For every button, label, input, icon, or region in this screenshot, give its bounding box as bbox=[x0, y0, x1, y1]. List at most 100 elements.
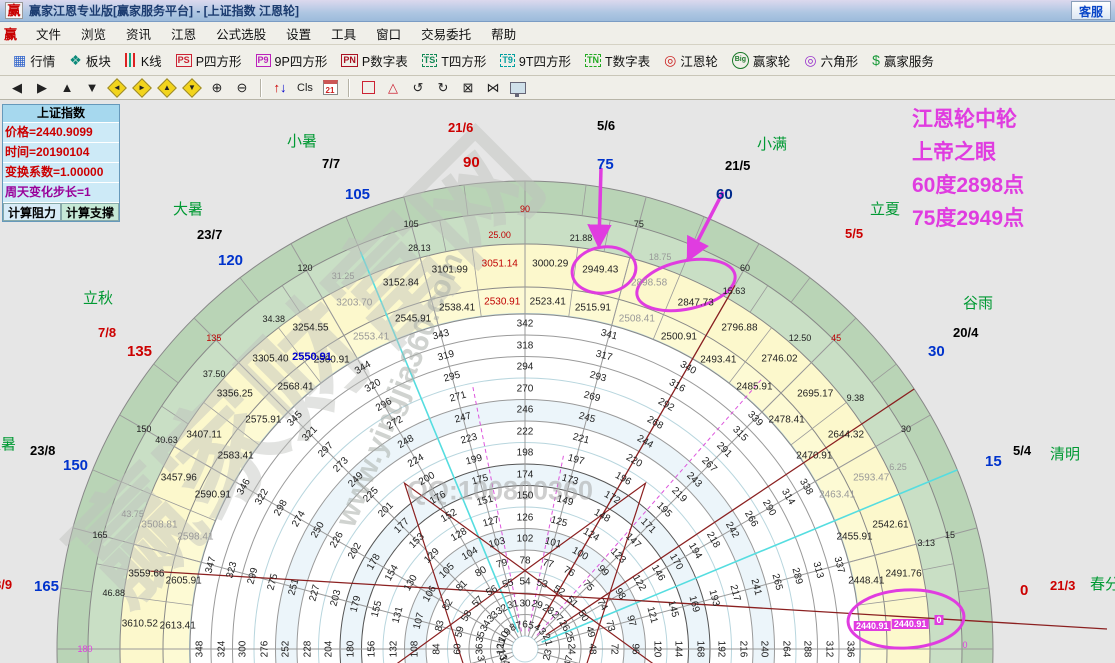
menu-logo-icon: 赢 bbox=[4, 24, 17, 43]
ps-badge-icon: PS bbox=[176, 54, 192, 67]
calc-resistance-button[interactable]: 计算阻力 bbox=[3, 203, 61, 221]
window-title: 赢家江恩专业版[赢家服务平台] - [上证指数 江恩轮] bbox=[29, 2, 299, 19]
toolbar-button-P四方形[interactable]: PS P四方形 bbox=[169, 49, 249, 72]
instrument-panel: 上证指数 价格=2440.9099时间=20190104变换系数=1.00000… bbox=[2, 104, 120, 222]
rotate-cw-button[interactable]: ↻ bbox=[432, 78, 454, 98]
gann-wheel-icon: ◎ bbox=[664, 53, 676, 67]
toolbar-button-P数字表[interactable]: PN P数字表 bbox=[334, 49, 414, 72]
menu-item-2[interactable]: 浏览 bbox=[72, 21, 115, 46]
toolbar-label: 六角形 bbox=[821, 51, 859, 70]
toolbar-button-板块[interactable]: ❖ 板块 bbox=[62, 49, 118, 72]
toolbar-button-9T四方形[interactable]: T9 9T四方形 bbox=[493, 49, 578, 72]
diamond-up-icon: ▲ bbox=[157, 78, 177, 98]
toolbar-label: P数字表 bbox=[362, 51, 408, 70]
winner-wheel-icon: Big bbox=[732, 52, 749, 69]
gann-wheel-chart: 赢家财富网www.yingjia360.comQQ:10080036023123… bbox=[0, 100, 1115, 663]
toolbar-button-T四方形[interactable]: TST四方形 bbox=[415, 49, 494, 72]
menu-item-8[interactable]: 窗口 bbox=[367, 21, 410, 46]
blocks-icon: ❖ bbox=[69, 53, 82, 67]
toolbar-label: 江恩轮 bbox=[680, 51, 718, 70]
toolbar-button-赢家轮[interactable]: Big赢家轮 bbox=[725, 49, 798, 72]
back-button[interactable]: ◀ bbox=[6, 78, 28, 98]
t9-badge-icon: T9 bbox=[500, 54, 515, 67]
rotate-ccw-button[interactable]: ↺ bbox=[407, 78, 429, 98]
zoom-out-button[interactable]: ⊖ bbox=[231, 78, 253, 98]
calendar-icon: 21 bbox=[323, 80, 338, 95]
toolbar-label: K线 bbox=[141, 51, 162, 70]
ts-badge-icon: TS bbox=[422, 54, 438, 67]
up-button[interactable]: ▲ bbox=[56, 78, 78, 98]
forward-button[interactable]: ▶ bbox=[31, 78, 53, 98]
diamond-right-button[interactable]: ► bbox=[131, 78, 153, 98]
toolbar-button-K线[interactable]: K线 bbox=[118, 49, 169, 72]
toolbar-label: 9P四方形 bbox=[275, 51, 328, 70]
menu-item-7[interactable]: 工具 bbox=[322, 21, 365, 46]
screen-button[interactable] bbox=[507, 78, 529, 98]
panel-row-3: 变换系数=1.00000 bbox=[3, 163, 119, 183]
toolbar-label: T数字表 bbox=[605, 51, 650, 70]
note-line-4: 75度2949点 bbox=[912, 202, 1024, 235]
diamond-right-icon: ► bbox=[132, 78, 152, 98]
toolbar-separator bbox=[260, 79, 262, 97]
panel-row-1: 价格=2440.9099 bbox=[3, 123, 119, 143]
diamond-up-button[interactable]: ▲ bbox=[156, 78, 178, 98]
select-box-button[interactable]: ⊠ bbox=[457, 78, 479, 98]
toolbar-button-行情[interactable]: ▦ 行情 bbox=[6, 49, 62, 72]
toolbar-button-赢家服务[interactable]: $ 赢家服务 bbox=[865, 49, 941, 72]
dollar-icon: $ bbox=[872, 53, 880, 67]
menu-item-9[interactable]: 交易委托 bbox=[412, 21, 480, 46]
toolbar-label: 赢家服务 bbox=[884, 51, 934, 70]
cls-button[interactable]: Cls bbox=[294, 78, 316, 98]
menu-bar: 赢 文件浏览资讯江恩公式选股设置工具窗口交易委托帮助 bbox=[0, 22, 1115, 45]
toolbar-label: 板块 bbox=[86, 51, 111, 70]
menu-item-10[interactable]: 帮助 bbox=[482, 21, 525, 46]
calc-support-button[interactable]: 计算支撑 bbox=[61, 203, 119, 221]
toolbar-separator bbox=[348, 79, 350, 97]
toolbar-button-T数字表[interactable]: TN T数字表 bbox=[578, 49, 657, 72]
note-line-1: 江恩轮中轮 bbox=[912, 103, 1024, 136]
menu-item-6[interactable]: 设置 bbox=[277, 21, 320, 46]
panel-row-4: 周天变化步长=1 bbox=[3, 183, 119, 203]
tn-badge-icon: TN bbox=[585, 54, 601, 67]
chart-toolbar: ◀▶▲▼◄►▲▼⊕⊖↑↓Cls21△↺↻⊠⋈ bbox=[0, 76, 1115, 100]
panel-row-2: 时间=20190104 bbox=[3, 143, 119, 163]
diamond-left-button[interactable]: ◄ bbox=[106, 78, 128, 98]
note-line-3: 60度2898点 bbox=[912, 169, 1024, 202]
red-triangle-button[interactable]: △ bbox=[382, 78, 404, 98]
toolbar-button-六角形[interactable]: ◎ 六角形 bbox=[797, 49, 865, 72]
diamond-down-button[interactable]: ▼ bbox=[181, 78, 203, 98]
main-toolbar: ▦ 行情 ❖ 板块 K线 PS P四方形 P9 9P四方形 PN P数字表 TST四方形 T9 9T四方形… bbox=[0, 45, 1115, 76]
down-button[interactable]: ▼ bbox=[81, 78, 103, 98]
diamond-left-icon: ◄ bbox=[107, 78, 127, 98]
kline-icon bbox=[125, 53, 137, 67]
pn-badge-icon: PN bbox=[341, 54, 358, 67]
calendar-button[interactable]: 21 bbox=[319, 78, 341, 98]
zoom-in-button[interactable]: ⊕ bbox=[206, 78, 228, 98]
red-square-button[interactable] bbox=[357, 78, 379, 98]
customer-service-button[interactable]: 客服 bbox=[1071, 1, 1111, 20]
toolbar-label: 9T四方形 bbox=[519, 51, 571, 70]
menu-item-5[interactable]: 公式选股 bbox=[207, 21, 275, 46]
menu-item-3[interactable]: 资讯 bbox=[117, 21, 160, 46]
toolbar-label: 行情 bbox=[30, 51, 55, 70]
menu-item-4[interactable]: 江恩 bbox=[162, 21, 205, 46]
menu-item-1[interactable]: 文件 bbox=[27, 21, 70, 46]
title-bar: 赢 赢家江恩专业版[赢家服务平台] - [上证指数 江恩轮] 客服 bbox=[0, 0, 1115, 22]
hexagon-icon: ◎ bbox=[804, 53, 816, 67]
updown-arrows-button[interactable]: ↑↓ bbox=[269, 78, 291, 98]
toolbar-label: P四方形 bbox=[196, 51, 242, 70]
p9-badge-icon: P9 bbox=[256, 54, 271, 67]
quote-grid-icon: ▦ bbox=[13, 53, 26, 67]
fit-button[interactable]: ⋈ bbox=[482, 78, 504, 98]
screen-icon bbox=[510, 82, 526, 94]
toolbar-label: 赢家轮 bbox=[753, 51, 791, 70]
panel-title: 上证指数 bbox=[3, 105, 119, 123]
app-logo-icon: 赢 bbox=[5, 2, 23, 19]
diamond-down-icon: ▼ bbox=[182, 78, 202, 98]
annotation-note: 江恩轮中轮上帝之眼60度2898点75度2949点 bbox=[912, 103, 1024, 235]
toolbar-button-江恩轮[interactable]: ◎ 江恩轮 bbox=[657, 49, 725, 72]
toolbar-label: T四方形 bbox=[441, 51, 486, 70]
red-square-icon bbox=[362, 81, 375, 94]
note-line-2: 上帝之眼 bbox=[912, 136, 1024, 169]
toolbar-button-9P四方形[interactable]: P9 9P四方形 bbox=[249, 49, 335, 72]
